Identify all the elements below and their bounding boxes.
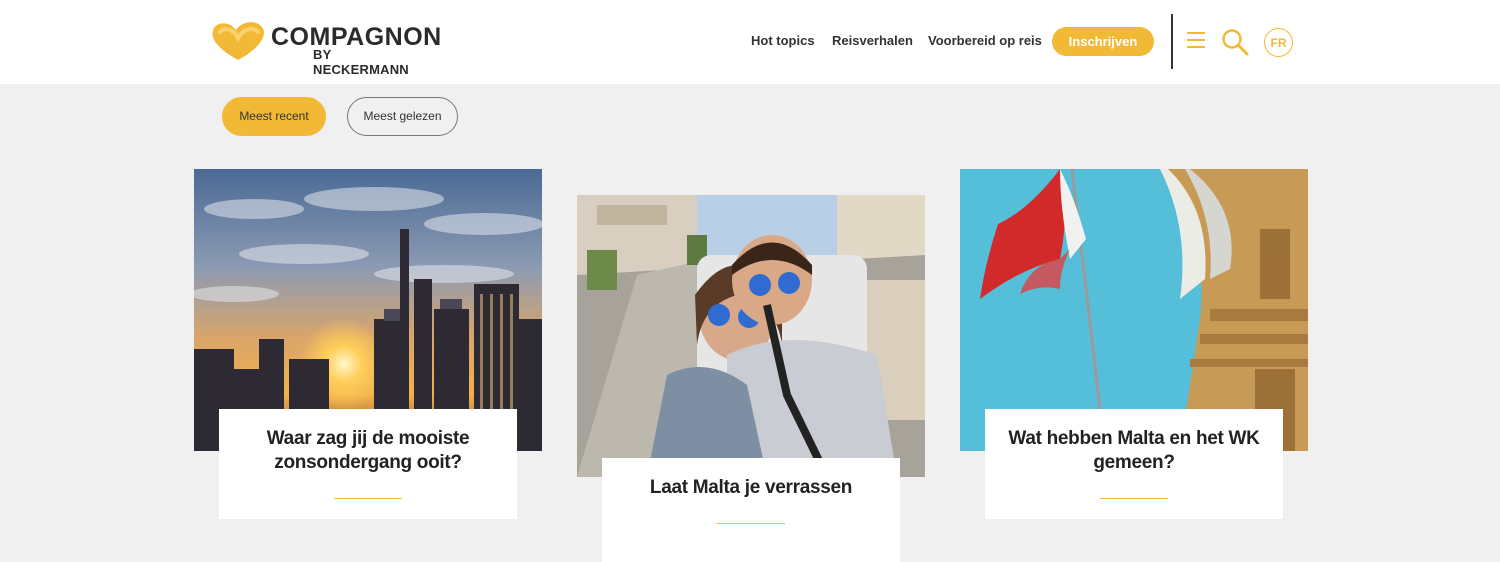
article-image-couple-selfie[interactable] <box>577 195 925 477</box>
search-icon[interactable] <box>1221 28 1249 56</box>
nav-hot-topics[interactable]: Hot topics <box>751 33 815 49</box>
nav-reisverhalen[interactable]: Reisverhalen <box>832 33 913 49</box>
brand-logo[interactable]: COMPAGNON BY NECKERMANN <box>210 20 441 77</box>
nav-voorbereid-op-reis[interactable]: Voorbereid op reis <box>928 33 1042 49</box>
header-divider <box>1171 14 1173 69</box>
title-underline <box>334 498 402 499</box>
site-header: COMPAGNON BY NECKERMANN Hot topics Reisv… <box>0 0 1500 84</box>
article-title[interactable]: Waar zag jij de mooiste zonsondergang oo… <box>219 427 517 475</box>
title-underline <box>717 523 785 524</box>
article-caption: Laat Malta je verrassen <box>602 458 900 562</box>
article-title[interactable]: Wat hebben Malta en het WK gemeen? <box>985 427 1283 475</box>
article-title[interactable]: Laat Malta je verrassen <box>602 476 900 500</box>
subscribe-button[interactable]: Inschrijven <box>1052 27 1154 56</box>
brand-subname: BY NECKERMANN <box>313 47 409 77</box>
article-caption: Waar zag jij de mooiste zonsondergang oo… <box>219 409 517 519</box>
article-caption: Wat hebben Malta en het WK gemeen? <box>985 409 1283 519</box>
filter-most-recent[interactable]: Meest recent <box>222 97 326 136</box>
menu-icon[interactable] <box>1186 30 1206 50</box>
heart-logo-icon <box>212 22 264 60</box>
language-switch-button[interactable]: FR <box>1264 28 1293 57</box>
title-underline <box>1100 498 1168 499</box>
filter-most-read[interactable]: Meest gelezen <box>347 97 458 136</box>
